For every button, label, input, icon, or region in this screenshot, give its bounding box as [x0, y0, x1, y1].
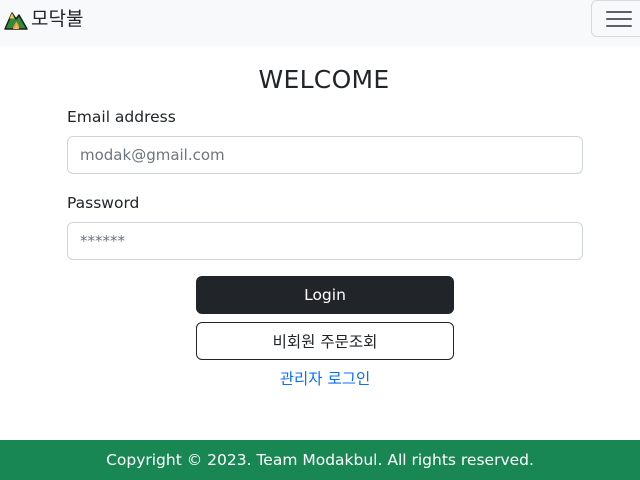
campfire-mountain-logo-icon [4, 12, 28, 30]
admin-login-link[interactable]: 관리자 로그인 [0, 369, 640, 389]
email-label: Email address [67, 108, 176, 126]
copyright-text: Copyright © 2023. Team Modakbul. All rig… [106, 451, 534, 469]
footer: Copyright © 2023. Team Modakbul. All rig… [0, 440, 640, 480]
brand-name: 모닥불 [31, 8, 84, 30]
password-label: Password [67, 194, 140, 212]
guest-order-lookup-button[interactable]: 비회원 주문조회 [196, 322, 454, 360]
navbar: 모닥불 [0, 0, 640, 46]
hamburger-menu-icon [606, 11, 632, 27]
password-field[interactable] [67, 222, 583, 260]
navbar-toggle-button[interactable] [591, 0, 640, 37]
page-title: WELCOME [258, 65, 390, 94]
email-field[interactable] [67, 136, 583, 174]
login-button[interactable]: Login [196, 276, 454, 314]
brand-link[interactable]: 모닥불 [4, 6, 83, 32]
